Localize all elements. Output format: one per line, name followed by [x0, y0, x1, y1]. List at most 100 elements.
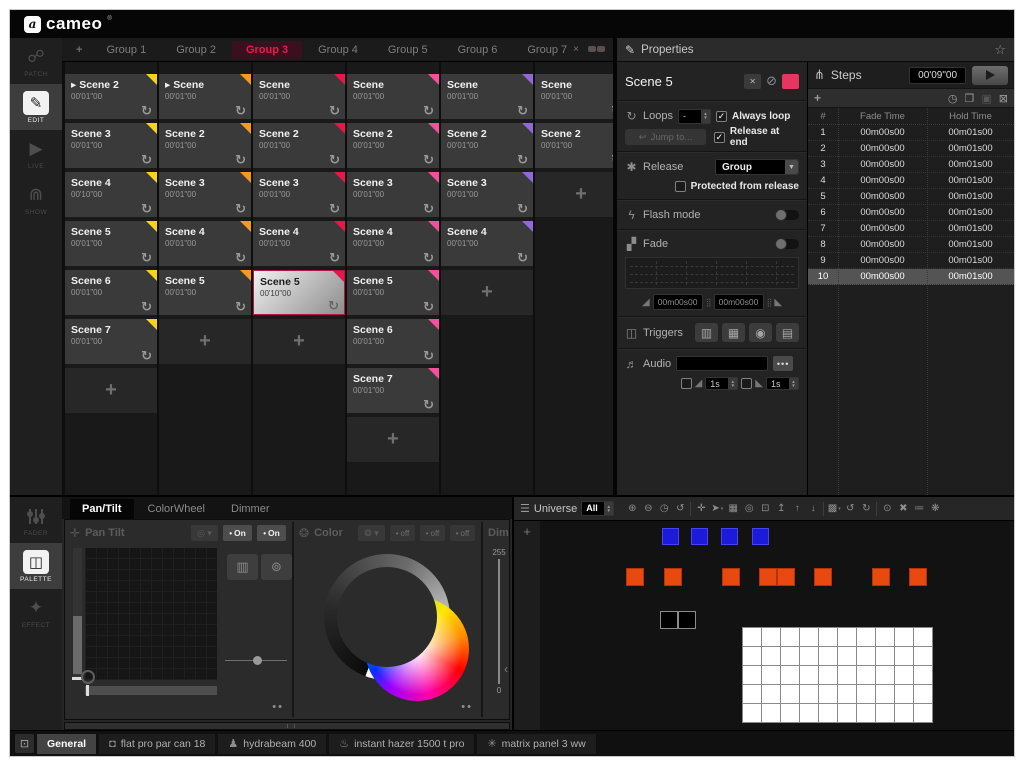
add-group-button[interactable]: + [68, 41, 90, 59]
loop-icon[interactable]: ↻ [423, 397, 434, 413]
nav-edit[interactable]: ✎EDIT [10, 84, 62, 130]
nav-patch[interactable]: ☍PATCH [10, 38, 62, 84]
matrix-cell[interactable] [762, 647, 780, 665]
matrix-cell[interactable] [857, 685, 875, 703]
move-down-icon[interactable]: ↓ [805, 500, 821, 517]
scene-card[interactable]: Scene 400'01"00↻ [159, 221, 251, 266]
loop-icon[interactable]: ↻ [517, 152, 528, 168]
release-at-end-checkbox[interactable]: ✓ [714, 132, 725, 143]
matrix-cell[interactable] [781, 647, 799, 665]
pan-tilt-options-button[interactable]: ◎ ▾ [191, 525, 218, 541]
scene-card[interactable]: Scene00'01"00↻ [347, 74, 439, 119]
matrix-cell[interactable] [895, 628, 913, 646]
color-off-button-2[interactable]: off [420, 525, 445, 541]
nav-palette[interactable]: ◫PALETTE [10, 543, 62, 589]
matrix-cell[interactable] [819, 628, 837, 646]
scene-card[interactable]: Scene 300'01"00↻ [253, 172, 345, 217]
scene-card[interactable]: Scene 500'01"00↻ [159, 270, 251, 315]
matrix-cell[interactable] [781, 666, 799, 684]
loop-icon[interactable]: ↻ [517, 103, 528, 119]
port-trigger-icon[interactable]: ▤ [776, 323, 799, 342]
add-scene-button[interactable]: + [65, 368, 157, 413]
matrix-cell[interactable] [914, 704, 932, 722]
always-loop-checkbox[interactable]: ✓ [716, 111, 727, 122]
loop-icon[interactable]: ↻ [423, 103, 434, 119]
palette-scrollbar[interactable] [64, 722, 510, 730]
matrix-cell[interactable] [781, 685, 799, 703]
tilt-slider[interactable] [73, 548, 82, 680]
audio-fade-in-checkbox[interactable] [681, 378, 692, 389]
loop-icon[interactable]: ↻ [423, 299, 434, 315]
color-off-button-3[interactable]: off [450, 525, 475, 541]
nav-show[interactable]: ⋒SHOW [10, 176, 62, 222]
tilt-on-button[interactable]: On [257, 525, 286, 541]
universe-filter-select[interactable]: All ▲▼ [581, 501, 614, 516]
edit-step-icon[interactable]: ▣ [981, 92, 991, 105]
fixture-tab[interactable]: ◘flat pro par can 18 [99, 734, 215, 754]
matrix-cell[interactable] [895, 704, 913, 722]
pan-tool-icon[interactable]: ✛ [693, 500, 709, 517]
loop-icon[interactable]: ↻ [141, 250, 152, 266]
add-step-button[interactable]: + [814, 91, 821, 105]
matrix-cell[interactable] [800, 685, 818, 703]
power-icon[interactable]: ⊙ [879, 500, 895, 517]
scene-card[interactable]: Scene 600'01"00↻ [65, 270, 157, 315]
loop-icon[interactable]: ↻ [235, 103, 246, 119]
matrix-cell[interactable] [800, 704, 818, 722]
loop-icon[interactable]: ↻ [141, 103, 152, 119]
group-tab[interactable]: Group 4 [304, 41, 372, 59]
matrix-cell[interactable] [838, 647, 856, 665]
speed-slider[interactable] [225, 660, 287, 661]
matrix-cell[interactable] [819, 666, 837, 684]
brightness-ring[interactable] [324, 554, 450, 680]
loops-count-spinner[interactable]: - ▲▼ [678, 109, 711, 124]
scene-card[interactable]: Scene00'01"00↻ [253, 74, 345, 119]
loop-icon[interactable]: ↻ [329, 250, 340, 266]
matrix-cell[interactable] [895, 666, 913, 684]
loop-icon[interactable]: ↻ [235, 152, 246, 168]
add-scene-button[interactable]: + [535, 172, 613, 217]
matrix-cell[interactable] [800, 647, 818, 665]
scene-card[interactable]: Scene 400'01"00↻ [347, 221, 439, 266]
scene-card[interactable]: Scene00'01"00↻ [535, 74, 613, 119]
web-icon[interactable]: ❋ [927, 500, 943, 517]
loop-icon[interactable]: ↻ [141, 348, 152, 364]
matrix-cell[interactable] [914, 685, 932, 703]
group-tab[interactable]: Group 6 [444, 41, 512, 59]
scene-card[interactable]: Scene00'01"00↻ [441, 74, 533, 119]
matrix-cell[interactable] [743, 704, 761, 722]
color-wheel-cursor[interactable] [413, 645, 421, 653]
fixture-tab[interactable]: ♟hydrabeam 400 [218, 734, 326, 754]
history-icon[interactable]: ◷ [656, 500, 672, 517]
zoom-out-icon[interactable]: ⊖ [640, 500, 656, 517]
fade-out-grid-icon[interactable]: ⣿ [767, 298, 772, 307]
pan-tilt-cursor[interactable] [81, 670, 95, 684]
fixture-tab[interactable]: General [37, 734, 96, 754]
fixture-par-can[interactable] [722, 568, 740, 586]
loop-icon[interactable]: ↻ [141, 201, 152, 217]
fixture-group-icon[interactable]: ≔ [911, 500, 927, 517]
scene-color-swatch[interactable] [782, 74, 799, 89]
add-scene-button[interactable]: + [441, 270, 533, 315]
loop-icon[interactable]: ↻ [423, 152, 434, 168]
scene-card[interactable]: ▸ Scene00'01"00↻ [159, 74, 251, 119]
palette-tab-pantilt[interactable]: Pan/Tilt [70, 499, 134, 519]
highlight-icon[interactable]: ◎ [741, 500, 757, 517]
panel-toggle-button[interactable]: ⊡ [15, 734, 34, 753]
matrix-cell[interactable] [895, 685, 913, 703]
protected-from-release-checkbox[interactable] [675, 181, 686, 192]
matrix-cell[interactable] [914, 666, 932, 684]
delete-step-icon[interactable]: ⊠ [999, 92, 1008, 105]
reset-view-icon[interactable]: ↺ [672, 500, 688, 517]
loop-icon[interactable]: ↻ [141, 299, 152, 315]
audio-fade-in-spinner[interactable]: 1s▲▼ [705, 377, 738, 390]
loop-icon[interactable]: ↻ [235, 201, 246, 217]
matrix-cell[interactable] [838, 685, 856, 703]
add-universe-strip[interactable]: + [514, 521, 540, 732]
scene-card[interactable]: Scene 200'01"00↻ [535, 123, 613, 168]
matrix-cell[interactable] [819, 704, 837, 722]
fixture-par-can[interactable] [909, 568, 927, 586]
scene-card[interactable]: Scene 300'01"00↻ [347, 172, 439, 217]
fade-curve-editor[interactable] [625, 257, 799, 289]
loop-icon[interactable]: ↻ [517, 250, 528, 266]
